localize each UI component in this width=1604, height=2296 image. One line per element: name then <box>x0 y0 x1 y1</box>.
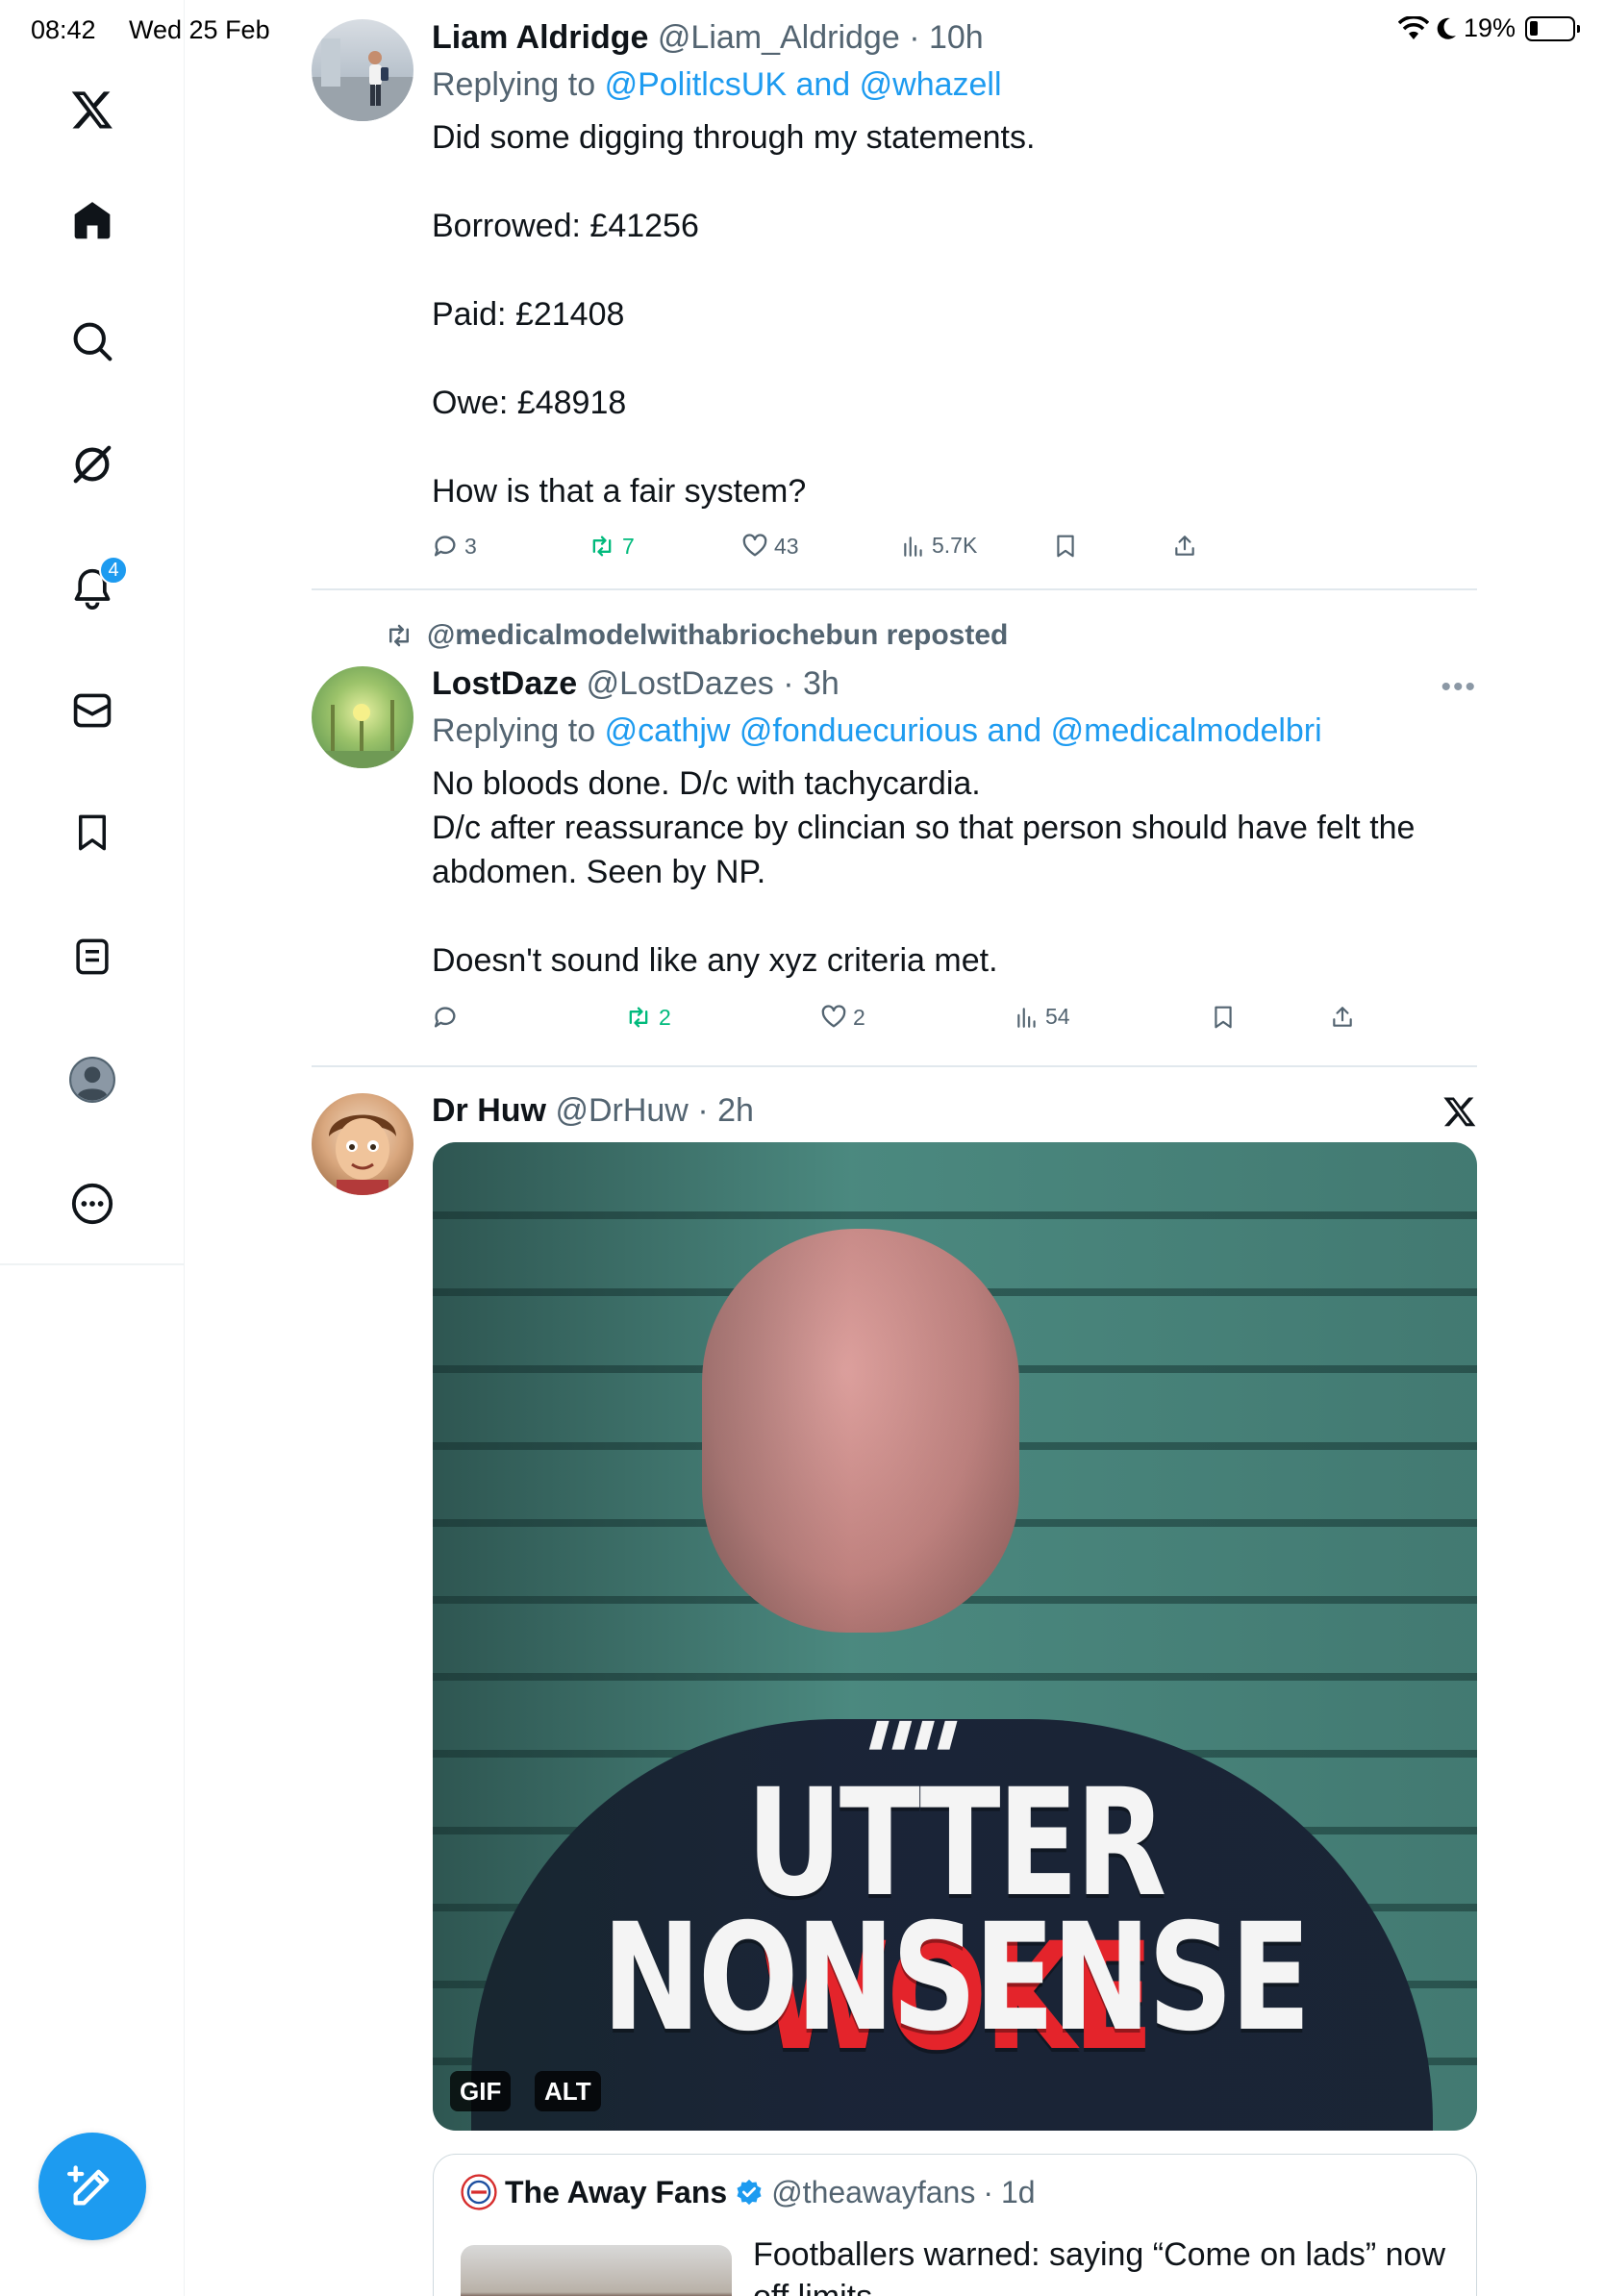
author-name[interactable]: LostDaze <box>432 665 577 702</box>
tweet-text: No bloods done. D/c with tachycardia. D/… <box>432 765 1416 979</box>
reply-button[interactable] <box>432 1004 464 1031</box>
away-fans-logo-icon <box>461 2174 497 2210</box>
dot-separator: · <box>983 2174 993 2209</box>
views-icon <box>904 536 922 557</box>
tweet-time[interactable]: 2h <box>717 1092 754 1129</box>
battery-icon <box>1525 15 1580 41</box>
like-count: 43 <box>774 533 799 559</box>
author-handle[interactable]: @Liam_Aldridge <box>658 19 900 56</box>
share-icon <box>1175 536 1194 556</box>
dot-separator: · <box>773 665 803 702</box>
grok-icon[interactable] <box>63 436 121 493</box>
replying-to: Replying to @PolitlcsUK and @whazell <box>432 63 1477 106</box>
list-icon[interactable] <box>63 928 121 986</box>
dot-separator: · <box>688 1092 718 1129</box>
views-count: 5.7K <box>932 533 978 558</box>
compose-icon <box>67 2165 110 2206</box>
tweet-media-gif[interactable]: "" UTTER WOKE NONSENSE GIF ALT <box>433 1142 1477 2131</box>
replying-to: Replying to @cathjw @fonduecurious and @… <box>432 710 1477 752</box>
author-name[interactable]: Dr Huw <box>432 1092 546 1129</box>
mail-icon[interactable] <box>63 682 121 739</box>
share-button[interactable] <box>1172 533 1197 560</box>
author-handle[interactable]: @DrHuw <box>555 1092 688 1129</box>
share-button[interactable] <box>1330 1004 1355 1031</box>
views-button[interactable]: 5.7K <box>901 533 977 559</box>
views-count: 54 <box>1045 1004 1070 1029</box>
repost-button[interactable]: 7 <box>588 533 635 560</box>
x-logo-icon[interactable] <box>1442 1094 1477 1134</box>
bookmark-icon <box>1057 535 1074 558</box>
like-button[interactable]: 43 <box>741 533 799 560</box>
tweet-divider <box>312 588 1477 590</box>
replying-prefix: Replying to <box>432 66 596 103</box>
tweet-text: Did some digging through my statements. … <box>432 119 1036 510</box>
gif-tag[interactable]: GIF <box>450 2071 512 2111</box>
heart-icon <box>821 1005 846 1028</box>
reply-count: 3 <box>464 533 477 559</box>
avatar[interactable] <box>312 1093 414 1195</box>
repost-count: 7 <box>622 533 635 559</box>
reply-icon <box>434 1007 456 1028</box>
quoted-author-name[interactable]: The Away Fans <box>505 2175 727 2210</box>
author-name[interactable]: Liam Aldridge <box>432 19 648 56</box>
tweet-time[interactable]: 10h <box>929 19 984 56</box>
like-count: 2 <box>853 1004 865 1030</box>
verified-icon <box>737 2179 762 2206</box>
avatar[interactable] <box>312 19 414 121</box>
tweet-lostdaze[interactable]: LostDaze @LostDazes · 3h ••• Replying to… <box>312 663 1477 1030</box>
search-icon[interactable] <box>63 312 121 370</box>
bookmark-button[interactable] <box>1053 533 1078 560</box>
quoted-tweet-thumbnail[interactable] <box>461 2245 732 2296</box>
more-icon[interactable] <box>63 1175 121 1233</box>
reply-mentions[interactable]: @cathjw @fonduecurious and @medicalmodel… <box>605 712 1322 749</box>
quoted-tweet-text: Footballers warned: saying “Come on lads… <box>753 2236 1446 2296</box>
x-logo-icon[interactable] <box>63 81 121 138</box>
bookmark-icon <box>1215 1006 1232 1029</box>
repost-label: @medicalmodelwithabriochebun reposted <box>427 619 1009 651</box>
share-icon <box>1333 1007 1352 1027</box>
tweet-actions: 2 2 54 <box>432 1004 1477 1042</box>
sidebar-divider <box>0 1263 185 1265</box>
reply-button[interactable]: 3 <box>432 533 477 560</box>
home-icon[interactable] <box>63 191 121 249</box>
heart-icon <box>742 534 767 557</box>
tweet-divider <box>312 1065 1477 1067</box>
quoted-tweet-time[interactable]: 1d <box>1001 2175 1036 2210</box>
bookmark-button[interactable] <box>1211 1004 1236 1031</box>
more-options-button[interactable]: ••• <box>1441 671 1477 704</box>
repost-attribution[interactable]: @medicalmodelwithabriochebun reposted <box>383 619 1008 652</box>
avatar[interactable] <box>312 666 414 768</box>
tweet-actions: 3 7 43 5.7K <box>432 533 1477 571</box>
replying-prefix: Replying to <box>432 712 596 749</box>
tweet-time[interactable]: 3h <box>803 665 840 702</box>
quoted-author-handle[interactable]: @theawayfans <box>771 2175 975 2210</box>
tweet-liam-aldridge[interactable]: Liam Aldridge @Liam_Aldridge · 10h Reply… <box>312 17 1477 575</box>
repost-icon <box>389 624 409 647</box>
repost-button[interactable]: 2 <box>624 1004 671 1031</box>
repost-icon <box>629 1007 648 1028</box>
compose-button[interactable] <box>38 2133 146 2240</box>
notification-badge: 4 <box>99 556 128 585</box>
dot-separator: · <box>899 19 929 56</box>
notifications-button[interactable]: 4 <box>63 556 128 617</box>
views-button[interactable]: 54 <box>1015 1004 1070 1030</box>
like-button[interactable]: 2 <box>820 1004 865 1031</box>
media-caption-line2: NONSENSE <box>601 1892 1311 2064</box>
reply-icon <box>434 536 456 557</box>
quoted-tweet[interactable]: The Away Fans @theawayfans · 1d Footballer… <box>433 2154 1477 2296</box>
views-icon <box>1017 1007 1036 1028</box>
author-handle[interactable]: @LostDazes <box>587 665 774 702</box>
repost-icon <box>592 536 612 557</box>
reply-mentions[interactable]: @PolitlcsUK and @whazell <box>605 66 1002 103</box>
bookmark-icon[interactable] <box>63 804 121 861</box>
alt-tag[interactable]: ALT <box>535 2071 601 2111</box>
repost-count: 2 <box>659 1004 671 1030</box>
profile-icon[interactable] <box>63 1051 121 1109</box>
quoted-tweet-header: The Away Fans @theawayfans · 1d <box>461 2174 1036 2210</box>
sidebar: 4 <box>0 0 185 2296</box>
